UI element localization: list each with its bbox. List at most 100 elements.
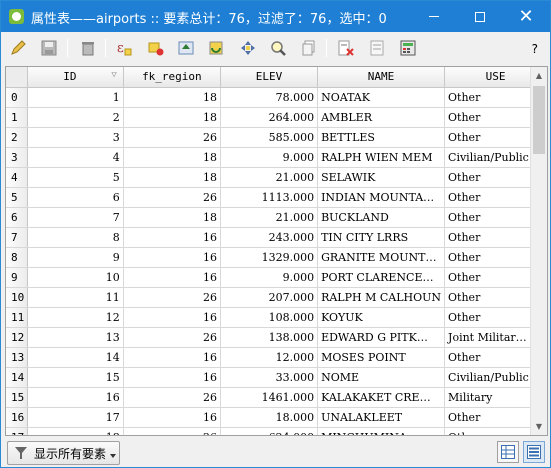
cell-elev[interactable]: 243.000	[220, 227, 319, 248]
cell-elev[interactable]: 21.000	[220, 207, 319, 228]
title-bar[interactable]: 属性表——airports :: 要素总计：76，过滤了：76，选中：0 ✕	[1, 1, 550, 32]
cell-id[interactable]: 2	[27, 107, 124, 128]
deselect-all-button[interactable]	[145, 37, 167, 59]
cell-id[interactable]: 12	[27, 307, 124, 328]
cell-fk-region[interactable]: 26	[123, 387, 221, 408]
row-header[interactable]: 0	[6, 87, 29, 108]
table-row[interactable]: 171826624.000MINCHUMINAOther	[6, 427, 547, 435]
cell-fk-region[interactable]: 26	[123, 287, 221, 308]
cell-fk-region[interactable]: 18	[123, 87, 221, 108]
cell-fk-region[interactable]: 18	[123, 207, 221, 228]
attribute-grid[interactable]: ID ▽ fk_region ELEV NAME USE 0 1 18 78.000 NO…	[5, 66, 548, 436]
column-header-id[interactable]: ID ▽	[27, 67, 124, 88]
copy-rows-button[interactable]	[298, 37, 320, 59]
table-row[interactable]: 9 10 16 9.000 PORT CLARENCE… Other	[6, 267, 547, 288]
cell-id[interactable]: 14	[27, 347, 124, 368]
cell-name[interactable]: NOATAK	[317, 87, 446, 108]
row-header[interactable]: 5	[6, 187, 29, 208]
table-row[interactable]: 10 11 26 207.000 RALPH M CALHOUN Other	[6, 287, 547, 308]
cell-name[interactable]: BETTLES	[317, 127, 446, 148]
cell-name[interactable]: MOSES POINT	[317, 347, 446, 368]
cell-fk-region[interactable]: 16	[123, 367, 221, 388]
cell-elev[interactable]: 33.000	[220, 367, 319, 388]
column-header-elev[interactable]: ELEV	[220, 67, 319, 88]
save-edits-button[interactable]	[38, 37, 60, 59]
cell-fk-region[interactable]: 16	[123, 227, 221, 248]
maximize-button[interactable]	[457, 1, 503, 32]
toggle-editing-button[interactable]	[7, 37, 29, 59]
cell-elev[interactable]: 21.000	[220, 167, 319, 188]
row-header[interactable]: 15	[6, 387, 29, 408]
cell-elev[interactable]: 9.000	[220, 267, 319, 288]
cell-name[interactable]: KALAKAKET CRE…	[317, 387, 446, 408]
cell-name[interactable]: KOYUK	[317, 307, 446, 328]
cell-fk-region[interactable]: 26	[123, 127, 221, 148]
cell-fk-region[interactable]: 18	[123, 167, 221, 188]
table-row[interactable]: 7 8 16 243.000 TIN CITY LRRS Other	[6, 227, 547, 248]
close-button[interactable]: ✕	[503, 1, 549, 32]
table-row[interactable]: 5 6 26 1113.000 INDIAN MOUNTA… Other	[6, 187, 547, 208]
vertical-scrollbar[interactable]: ▲ ▼	[530, 67, 547, 435]
scroll-up-icon[interactable]: ▲	[531, 67, 547, 84]
table-row[interactable]: 14 15 16 33.000 NOME Civilian/Public	[6, 367, 547, 388]
move-selection-top-button[interactable]	[175, 37, 197, 59]
cell-name[interactable]: BUCKLAND	[317, 207, 446, 228]
cell-fk-region[interactable]: 18	[123, 107, 221, 128]
cell-name[interactable]: UNALAKLEET	[317, 407, 446, 428]
cell-id[interactable]: 16	[27, 387, 124, 408]
cell-fk-region[interactable]: 16	[123, 347, 221, 368]
cell-id[interactable]: 11	[27, 287, 124, 308]
table-row[interactable]: 13 14 16 12.000 MOSES POINT Other	[6, 347, 547, 368]
cell-name[interactable]: NOME	[317, 367, 446, 388]
cell-id[interactable]: 5	[27, 167, 124, 188]
table-row[interactable]: 15 16 26 1461.000 KALAKAKET CRE… Military	[6, 387, 547, 408]
select-by-expression-button[interactable]: ε	[113, 37, 135, 59]
cell-fk-region[interactable]: 18	[123, 147, 221, 168]
cell-fk-region[interactable]: 26	[123, 187, 221, 208]
cell-id[interactable]: 17	[27, 407, 124, 428]
cell-id[interactable]: 9	[27, 247, 124, 268]
cell-fk-region[interactable]: 26	[123, 327, 221, 348]
table-row[interactable]: 1 2 18 264.000 AMBLER Other	[6, 107, 547, 128]
row-header[interactable]: 1	[6, 107, 29, 128]
cell-name[interactable]: PORT CLARENCE…	[317, 267, 446, 288]
zoom-to-selected-button[interactable]	[267, 37, 289, 59]
field-calculator-button[interactable]	[397, 37, 419, 59]
help-button[interactable]: ?	[532, 42, 538, 56]
row-header[interactable]: 17	[6, 427, 29, 435]
cell-name[interactable]: EDWARD G PITK…	[317, 327, 446, 348]
table-row[interactable]: 8 9 16 1329.000 GRANITE MOUNT… Other	[6, 247, 547, 268]
cell-elev[interactable]: 138.000	[220, 327, 319, 348]
corner-header[interactable]	[6, 67, 29, 88]
table-row[interactable]: 4 5 18 21.000 SELAWIK Other	[6, 167, 547, 188]
cell-elev[interactable]: 9.000	[220, 147, 319, 168]
cell-elev[interactable]: 108.000	[220, 307, 319, 328]
table-row[interactable]: 6 7 18 21.000 BUCKLAND Other	[6, 207, 547, 228]
table-row[interactable]: 12 13 26 138.000 EDWARD G PITK… Joint Militar…	[6, 327, 547, 348]
table-row[interactable]: 16 17 16 18.000 UNALAKLEET Other	[6, 407, 547, 428]
cell-id[interactable]: 4	[27, 147, 124, 168]
delete-selected-button[interactable]	[77, 37, 99, 59]
cell-id[interactable]: 18	[27, 427, 124, 435]
cell-name[interactable]: AMBLER	[317, 107, 446, 128]
cell-elev[interactable]: 624.000	[220, 427, 319, 435]
cell-fk-region[interactable]: 16	[123, 267, 221, 288]
cell-name[interactable]: TIN CITY LRRS	[317, 227, 446, 248]
column-header-fk-region[interactable]: fk_region	[123, 67, 221, 88]
column-header-name[interactable]: NAME	[317, 67, 446, 88]
row-header[interactable]: 11	[6, 307, 29, 328]
cell-name[interactable]: RALPH WIEN MEM	[317, 147, 446, 168]
row-header[interactable]: 13	[6, 347, 29, 368]
table-row[interactable]: 2 3 26 585.000 BETTLES Other	[6, 127, 547, 148]
scrollbar-thumb[interactable]	[533, 86, 545, 154]
cell-elev[interactable]: 1461.000	[220, 387, 319, 408]
scroll-down-icon[interactable]: ▼	[531, 418, 547, 435]
row-header[interactable]: 6	[6, 207, 29, 228]
cell-name[interactable]: INDIAN MOUNTA…	[317, 187, 446, 208]
cell-id[interactable]: 10	[27, 267, 124, 288]
cell-elev[interactable]: 264.000	[220, 107, 319, 128]
form-view-button[interactable]	[523, 441, 545, 463]
cell-fk-region[interactable]: 26	[123, 427, 221, 435]
row-header[interactable]: 14	[6, 367, 29, 388]
cell-name[interactable]: SELAWIK	[317, 167, 446, 188]
